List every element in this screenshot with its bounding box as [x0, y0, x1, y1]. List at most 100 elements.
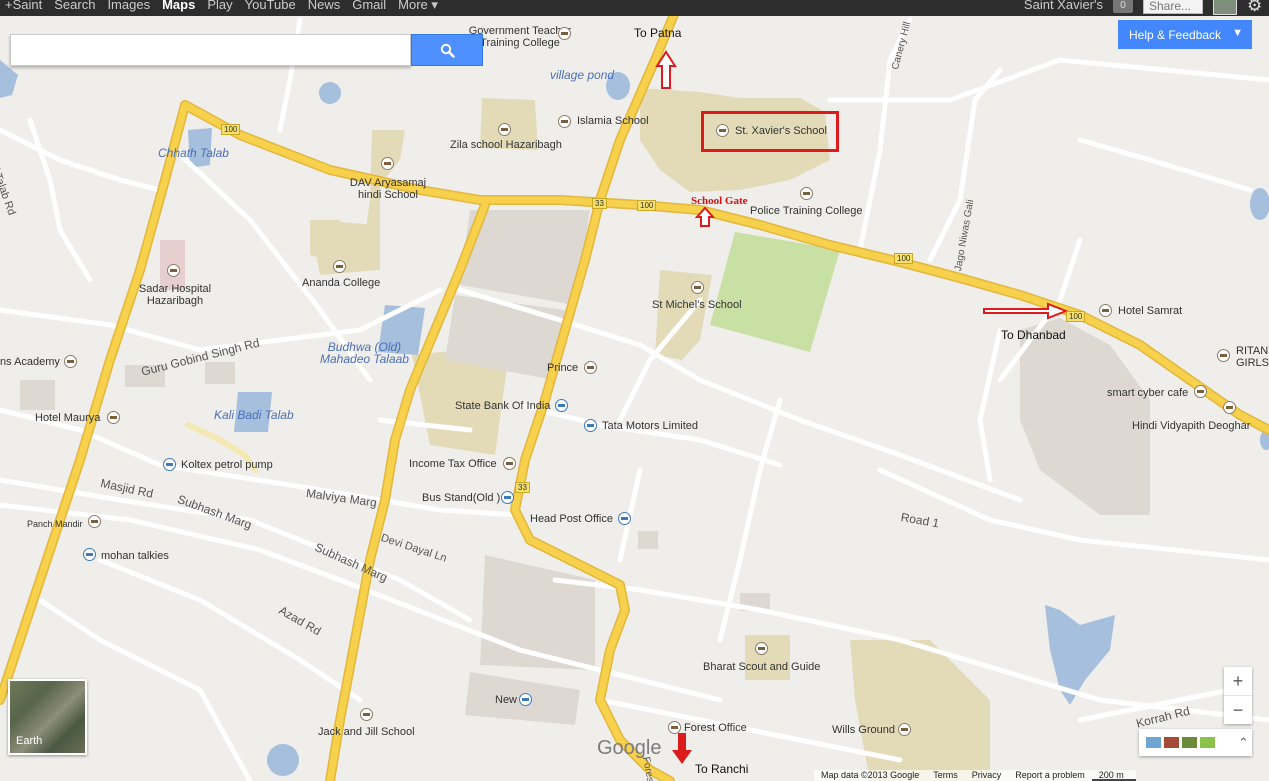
hotel-icon[interactable]	[584, 361, 597, 374]
road-shield: 33	[515, 482, 530, 493]
search-button[interactable]	[411, 34, 483, 66]
school-icon[interactable]	[64, 355, 77, 368]
user-name[interactable]: Saint Xavier's	[1024, 0, 1103, 12]
label-wills-ground[interactable]: Wills Ground	[832, 724, 895, 736]
label-panch-mandir[interactable]: Panch Mandir	[27, 518, 83, 530]
petrol-pump-icon[interactable]	[163, 458, 176, 471]
label-bharat-scout[interactable]: Bharat Scout and Guide	[703, 661, 820, 673]
help-feedback-button[interactable]: Help & Feedback ▼	[1118, 20, 1252, 49]
office-icon[interactable]	[668, 721, 681, 734]
label-village-pond[interactable]: village pond	[550, 69, 614, 81]
label-hotel-samrat[interactable]: Hotel Samrat	[1118, 305, 1182, 317]
label-prince[interactable]: Prince	[547, 362, 578, 374]
label-budhwa-talaab[interactable]: Budhwa (Old) Mahadeo Talaab	[320, 341, 409, 365]
car-dealer-icon[interactable]	[584, 419, 597, 432]
post-office-icon[interactable]	[618, 512, 631, 525]
cinema-icon[interactable]	[83, 548, 96, 561]
hospital-icon[interactable]	[167, 264, 180, 277]
annotation-to-patna: To Patna	[634, 26, 682, 40]
bus-stop-icon[interactable]	[501, 491, 514, 504]
layer-thumb-photos[interactable]	[1164, 737, 1179, 748]
label-income-tax[interactable]: Income Tax Office	[409, 458, 497, 470]
share-box[interactable]: Share...	[1143, 0, 1203, 14]
annotation-to-ranchi: To Ranchi	[695, 762, 749, 776]
school-icon[interactable]	[333, 260, 346, 273]
nav-gmail[interactable]: Gmail	[347, 0, 393, 13]
avatar[interactable]	[1213, 0, 1237, 15]
label-hindi-vidyapith[interactable]: Hindi Vidyapith Deoghar	[1132, 420, 1250, 432]
privacy-link[interactable]: Privacy	[964, 770, 1009, 781]
hotel-icon[interactable]	[1099, 304, 1112, 317]
annotation-to-dhanbad: To Dhanbad	[1001, 328, 1066, 342]
google-bar-nav: +Saint Search Images Maps Play YouTube N…	[0, 0, 445, 13]
layer-thumb-earth[interactable]	[1182, 737, 1197, 748]
google-logo: Google	[597, 737, 662, 759]
nav-images[interactable]: Images	[102, 0, 157, 13]
government-icon[interactable]	[503, 457, 516, 470]
expand-up-icon[interactable]: ⌃	[1238, 735, 1249, 751]
nav-news[interactable]: News	[303, 0, 348, 13]
layers-control[interactable]: ⌃	[1139, 729, 1252, 756]
search-input[interactable]	[11, 35, 410, 65]
label-ns-academy[interactable]: ns Academy	[0, 356, 60, 368]
label-kali-badi-talab[interactable]: Kali Badi Talab	[214, 409, 294, 421]
school-icon[interactable]	[498, 123, 511, 136]
earth-view-toggle[interactable]: Earth	[8, 679, 87, 755]
stadium-icon[interactable]	[898, 723, 911, 736]
notification-count[interactable]: 0	[1113, 0, 1133, 13]
school-icon[interactable]	[360, 708, 373, 721]
bank-icon[interactable]	[555, 399, 568, 412]
search-icon	[440, 43, 455, 58]
school-icon[interactable]	[800, 187, 813, 200]
school-icon[interactable]	[558, 115, 571, 128]
road-shield: 100	[894, 253, 914, 264]
label-mohan-talkies[interactable]: mohan talkies	[101, 550, 169, 562]
school-icon[interactable]	[558, 27, 571, 40]
school-icon[interactable]	[1217, 349, 1230, 362]
label-police-training-college[interactable]: Police Training College	[750, 205, 863, 217]
label-dav-school[interactable]: DAV Aryasamaj hindi School	[350, 177, 426, 201]
road-shield: 100	[221, 124, 241, 135]
search-box	[10, 34, 411, 66]
label-state-bank[interactable]: State Bank Of India	[455, 400, 550, 412]
label-head-post-office[interactable]: Head Post Office	[530, 513, 613, 525]
label-bus-stand[interactable]: Bus Stand(Old )	[422, 492, 500, 504]
zoom-out-button[interactable]: −	[1224, 696, 1252, 724]
label-koltex-petrol[interactable]: Koltex petrol pump	[181, 459, 273, 471]
nav-plus-saint[interactable]: +Saint	[0, 0, 49, 13]
school-icon[interactable]	[755, 642, 768, 655]
nav-search[interactable]: Search	[49, 0, 102, 13]
layer-thumb-terrain[interactable]	[1146, 737, 1161, 748]
label-sadar-hospital[interactable]: Sadar Hospital Hazaribagh	[139, 283, 211, 307]
nav-youtube[interactable]: YouTube	[240, 0, 303, 13]
google-bar: +Saint Search Images Maps Play YouTube N…	[0, 0, 1269, 16]
temple-icon[interactable]	[88, 515, 101, 528]
terms-link[interactable]: Terms	[926, 770, 965, 781]
label-govt-teacher-college[interactable]: Government Teacher Training College	[469, 25, 572, 49]
label-new[interactable]: New	[495, 694, 517, 706]
label-tata-motors[interactable]: Tata Motors Limited	[602, 420, 698, 432]
label-chhath-talab[interactable]: Chhath Talab	[158, 147, 229, 159]
label-ritan-girls[interactable]: RITAN GIRLS	[1236, 345, 1269, 369]
label-st-michels-school[interactable]: St Michel's School	[652, 299, 742, 311]
bus-stop-icon[interactable]	[519, 693, 532, 706]
nav-play[interactable]: Play	[202, 0, 239, 13]
label-forest-office[interactable]: Forest Office	[684, 722, 747, 734]
report-problem-link[interactable]: Report a problem	[1008, 770, 1092, 781]
label-ananda-college[interactable]: Ananda College	[302, 277, 380, 289]
hotel-icon[interactable]	[107, 411, 120, 424]
zoom-in-button[interactable]: +	[1224, 667, 1252, 695]
label-hotel-maurya[interactable]: Hotel Maurya	[35, 412, 100, 424]
nav-maps[interactable]: Maps	[157, 0, 202, 13]
cafe-icon[interactable]	[1194, 385, 1207, 398]
label-smart-cyber-cafe[interactable]: smart cyber cafe	[1107, 387, 1188, 399]
school-icon[interactable]	[1223, 401, 1236, 414]
label-zila-school[interactable]: Zila school Hazaribagh	[450, 139, 562, 151]
school-icon[interactable]	[691, 281, 704, 294]
label-islamia-school[interactable]: Islamia School	[577, 115, 649, 127]
label-jack-and-jill[interactable]: Jack and Jill School	[318, 726, 415, 738]
school-icon[interactable]	[381, 157, 394, 170]
gear-icon[interactable]: ⚙	[1247, 0, 1269, 15]
nav-more[interactable]: More ▾	[393, 0, 445, 13]
layer-thumb-traffic[interactable]	[1200, 737, 1215, 748]
